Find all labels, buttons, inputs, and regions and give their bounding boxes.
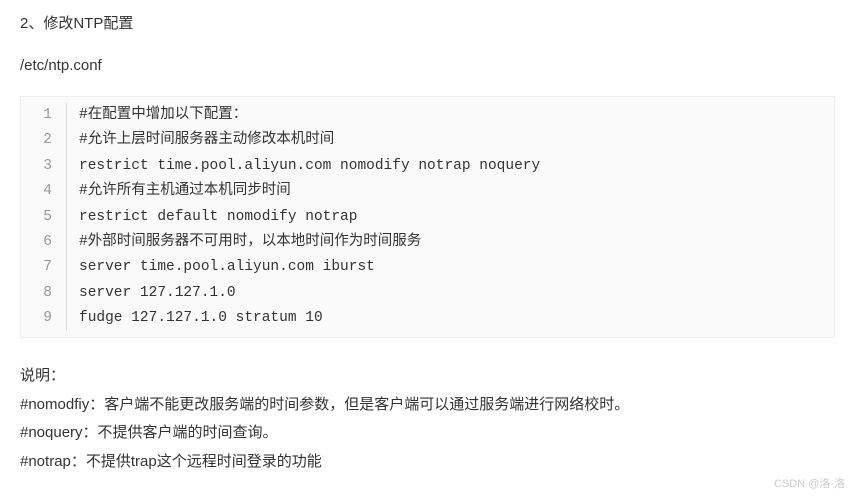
code-row: 2#允许上层时间服务器主动修改本机时间 (21, 128, 834, 153)
explanation-block: 说明： #nomodfiy：客户端不能更改服务端的时间参数，但是客户端可以通过服… (20, 362, 835, 476)
code-row: 6#外部时间服务器不可用时，以本地时间作为时间服务 (21, 230, 834, 255)
code-text: restrict default nomodify notrap (67, 205, 357, 230)
code-text: #允许上层时间服务器主动修改本机时间 (67, 128, 334, 153)
code-row: 9fudge 127.127.1.0 stratum 10 (21, 306, 834, 331)
line-number: 9 (21, 306, 67, 331)
code-block: 1#在配置中增加以下配置：2#允许上层时间服务器主动修改本机时间3restric… (20, 96, 835, 338)
code-row: 4#允许所有主机通过本机同步时间 (21, 179, 834, 204)
line-number: 8 (21, 281, 67, 306)
code-text: server 127.127.1.0 (67, 281, 236, 306)
line-number: 5 (21, 205, 67, 230)
code-row: 7server time.pool.aliyun.com iburst (21, 255, 834, 280)
file-path: /etc/ntp.conf (20, 54, 835, 78)
code-text: #在配置中增加以下配置： (67, 103, 247, 128)
code-row: 5restrict default nomodify notrap (21, 205, 834, 230)
code-text: fudge 127.127.1.0 stratum 10 (67, 306, 323, 331)
code-row: 1#在配置中增加以下配置： (21, 103, 834, 128)
line-number: 1 (21, 103, 67, 128)
line-number: 7 (21, 255, 67, 280)
explain-line: #nomodfiy：客户端不能更改服务端的时间参数，但是客户端可以通过服务端进行… (20, 391, 835, 420)
watermark-text: CSDN @洛·洛 (774, 476, 845, 494)
line-number: 3 (21, 154, 67, 179)
line-number: 4 (21, 179, 67, 204)
line-number: 6 (21, 230, 67, 255)
explain-title: 说明： (20, 362, 835, 391)
code-text: server time.pool.aliyun.com iburst (67, 255, 375, 280)
code-text: #允许所有主机通过本机同步时间 (67, 179, 291, 204)
section-heading: 2、修改NTP配置 (20, 12, 835, 36)
line-number: 2 (21, 128, 67, 153)
explain-line: #notrap：不提供trap这个远程时间登录的功能 (20, 448, 835, 477)
explain-line: #noquery：不提供客户端的时间查询。 (20, 419, 835, 448)
code-row: 8server 127.127.1.0 (21, 281, 834, 306)
code-text: restrict time.pool.aliyun.com nomodify n… (67, 154, 540, 179)
code-row: 3restrict time.pool.aliyun.com nomodify … (21, 154, 834, 179)
code-text: #外部时间服务器不可用时，以本地时间作为时间服务 (67, 230, 421, 255)
